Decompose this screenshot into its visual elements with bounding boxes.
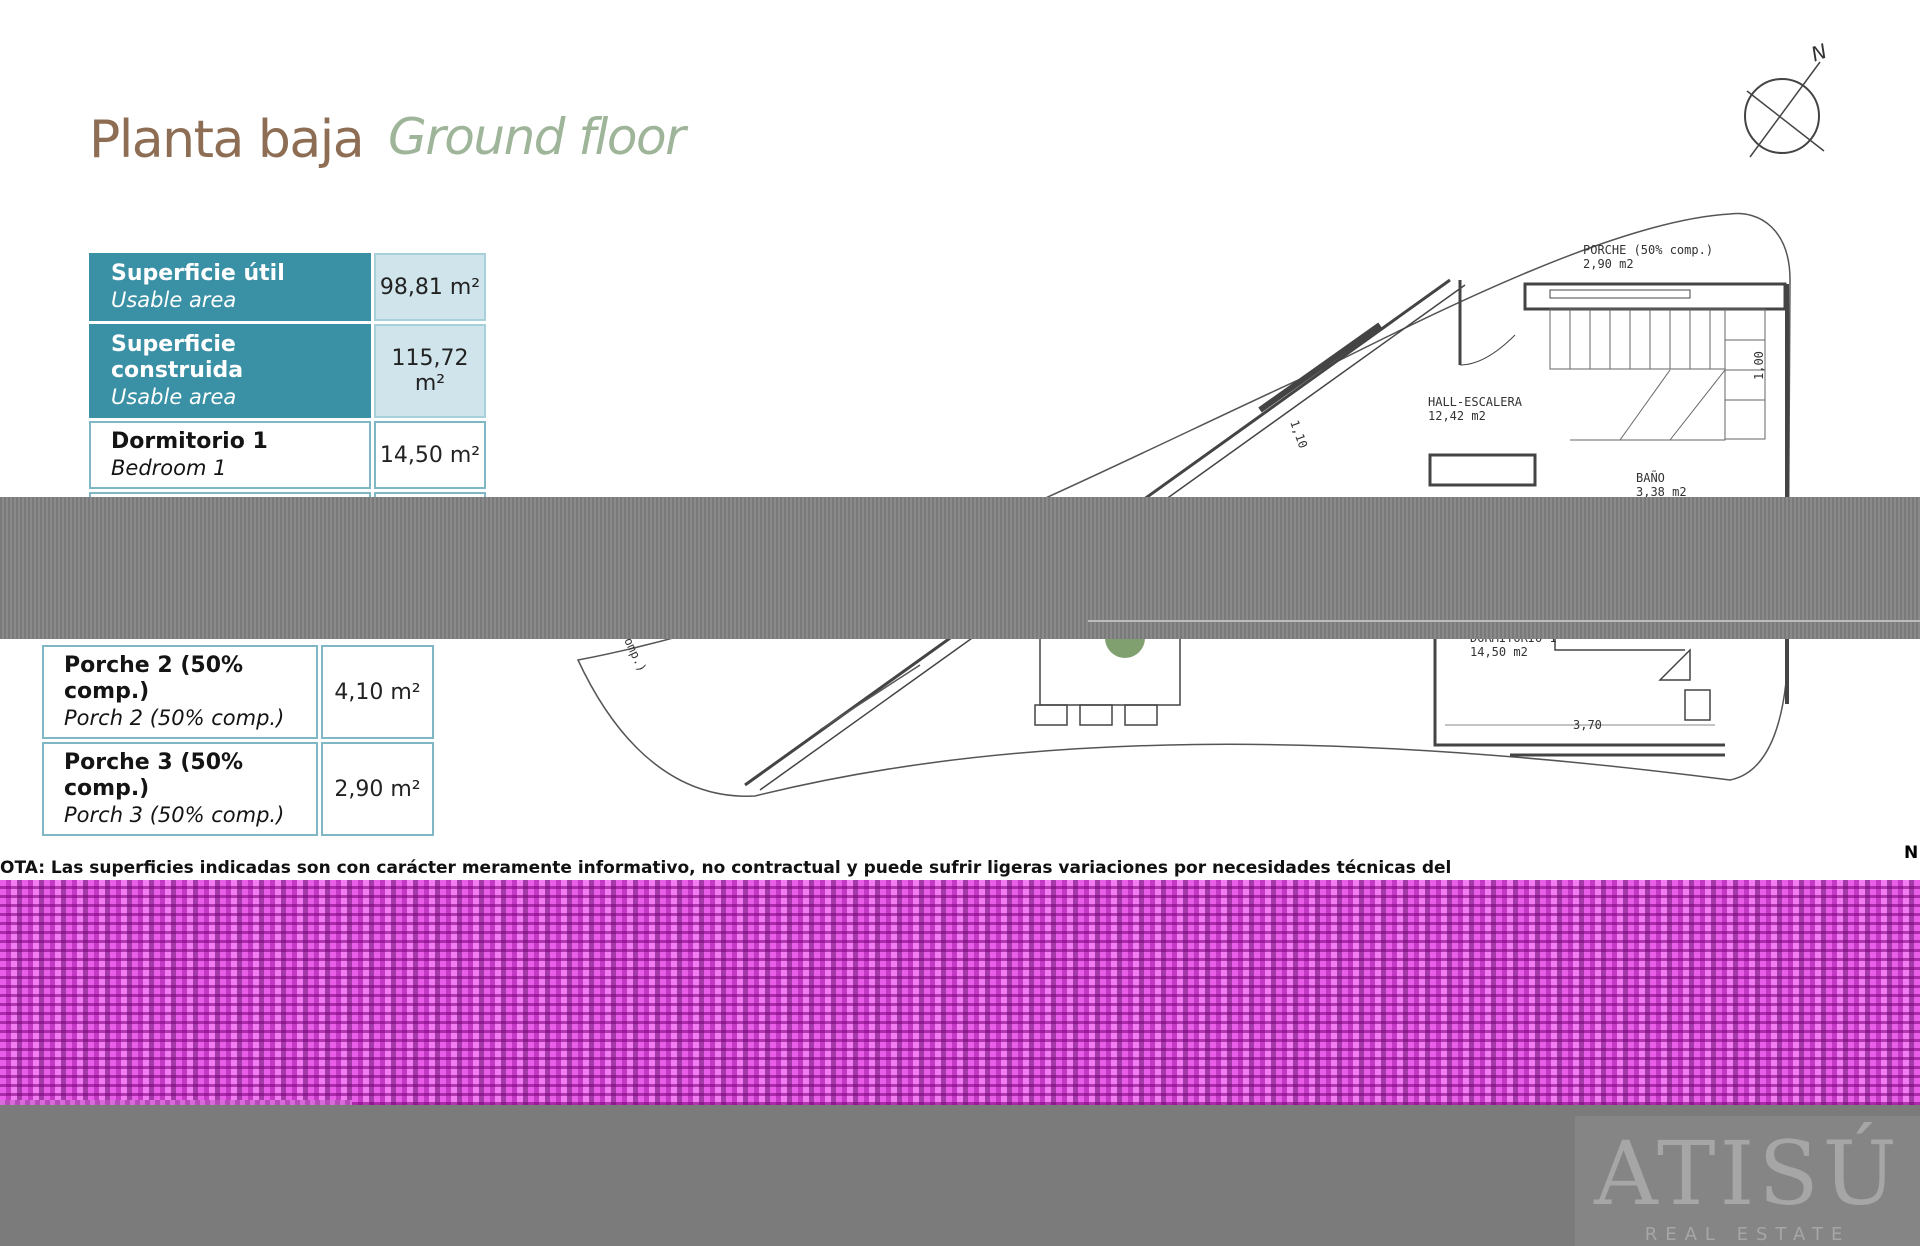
glitch-band-magenta [0, 880, 1920, 1105]
plan-label-porche-area: 2,90 m2 [1583, 257, 1634, 271]
plan-label-porch-partial: omp.) [621, 635, 649, 674]
plan-dimension-stair: 1,00 [1752, 351, 1766, 380]
area-value: 2,90 m² [321, 742, 434, 836]
plan-dimension-width: 3,70 [1573, 718, 1602, 732]
plan-stairs [1549, 308, 1766, 441]
disclaimer-note-edge: N [1904, 843, 1919, 863]
area-label-spanish: Porche 3 (50% comp.) [64, 750, 244, 801]
area-table-bottom: Porche 2 (50% comp.) Porch 2 (50% comp.) 4… [39, 642, 437, 839]
compass-icon: N [1744, 39, 1830, 158]
plan-label-bano: BAÑO [1636, 470, 1665, 485]
glitch-band-gray-edge [1088, 620, 1920, 622]
area-label-english: Bedroom 1 [111, 456, 227, 480]
area-label-spanish: Superficie útil [111, 261, 285, 286]
area-label-spanish: Porche 2 (50% comp.) [64, 653, 244, 704]
area-label-english: Porch 3 (50% comp.) [64, 803, 285, 827]
area-row-label: Superficie construida Usable area [89, 324, 371, 418]
page-title-english: Ground floor [388, 108, 686, 166]
area-row-label: Dormitorio 1 Bedroom 1 [89, 421, 371, 489]
plan-label-porche: PORCHE (50% comp.) [1583, 243, 1713, 257]
area-row-label: Superficie útil Usable area [89, 253, 371, 321]
area-row-label: Porche 3 (50% comp.) Porch 3 (50% comp.) [42, 742, 318, 836]
logo-wordmark: ATISÚ [1594, 1122, 1901, 1225]
area-value: 14,50 m² [374, 421, 486, 489]
plan-label-hall: HALL-ESCALERA [1428, 395, 1523, 409]
area-label-spanish: Dormitorio 1 [111, 429, 268, 454]
area-label-english: Usable area [111, 288, 237, 312]
area-value: 4,10 m² [321, 645, 434, 739]
glitch-band-gray [0, 497, 1920, 639]
area-row: Porche 3 (50% comp.) Porch 3 (50% comp.) 2… [42, 742, 434, 836]
logo: ATISÚ REAL ESTATE [1575, 1116, 1920, 1246]
area-label-spanish: Superficie construida [111, 332, 244, 383]
compass-north-label: N [1808, 39, 1830, 67]
area-row: Superficie útil Usable area 98,81 m² [89, 253, 486, 321]
area-row: Porche 2 (50% comp.) Porch 2 (50% comp.) 4… [42, 645, 434, 739]
area-value: 115,72 m² [374, 324, 486, 418]
area-row: Dormitorio 1 Bedroom 1 14,50 m² [89, 421, 486, 489]
logo-tagline: REAL ESTATE [1644, 1224, 1851, 1245]
area-row: Superficie construida Usable area 115,72 m… [89, 324, 486, 418]
plan-porch-wall [1523, 282, 1787, 311]
disclaimer-note: OTA: Las superficies indicadas son con c… [0, 858, 1452, 878]
page-title-spanish: Planta baja [89, 110, 365, 170]
plan-dimension-diagonal: 1,10 [1287, 418, 1310, 450]
plan-label-hall-area: 12,42 m2 [1428, 409, 1486, 423]
area-row-label: Porche 2 (50% comp.) Porch 2 (50% comp.) [42, 645, 318, 739]
area-label-english: Usable area [111, 385, 237, 409]
area-value: 98,81 m² [374, 253, 486, 321]
plan-label-dormitorio-area: 14,50 m2 [1470, 645, 1528, 659]
area-label-english: Porch 2 (50% comp.) [64, 706, 285, 730]
